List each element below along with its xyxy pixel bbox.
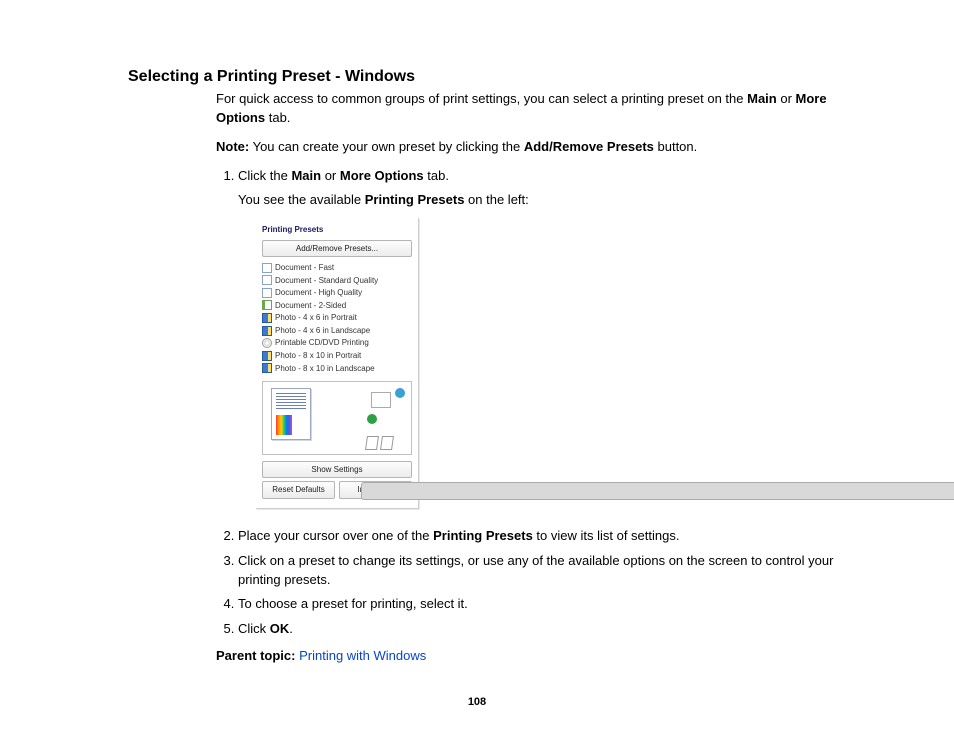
document-icon — [262, 275, 272, 285]
photo-icon — [262, 326, 272, 336]
preset-item[interactable]: Document - Standard Quality — [262, 274, 412, 287]
preset-label: Photo - 8 x 10 in Portrait — [275, 350, 361, 362]
document-icon — [262, 263, 272, 273]
step2-b: Printing Presets — [433, 528, 533, 543]
step1-sub-pre: You see the available — [238, 192, 365, 207]
preset-label: Photo - 8 x 10 in Landscape — [275, 363, 375, 375]
note-post: button. — [654, 139, 697, 154]
show-settings-button[interactable]: Show Settings — [262, 461, 412, 479]
preset-label: Photo - 4 x 6 in Portrait — [275, 312, 357, 324]
step-1: Click the Main or More Options tab. You … — [238, 167, 834, 509]
preset-item[interactable]: Photo - 4 x 6 in Landscape — [262, 324, 412, 337]
note-addremove: Add/Remove Presets — [524, 139, 654, 154]
preset-item[interactable]: Printable CD/DVD Printing — [262, 337, 412, 350]
paper-icons — [366, 436, 393, 450]
presets-panel: Printing Presets Add/Remove Presets... D… — [256, 218, 419, 509]
page-number: 108 — [0, 696, 954, 708]
photo-icon — [262, 363, 272, 373]
note-paragraph: Note: You can create your own preset by … — [216, 138, 834, 157]
step1-sub-b: Printing Presets — [365, 192, 465, 207]
intro-paragraph: For quick access to common groups of pri… — [216, 90, 834, 128]
step1-mid: or — [321, 168, 340, 183]
intro-text: For quick access to common groups of pri… — [216, 91, 747, 106]
step1-sub-post: on the left: — [464, 192, 528, 207]
preset-list: Document - Fast Document - Standard Qual… — [262, 261, 412, 374]
preset-item[interactable]: Photo - 8 x 10 in Portrait — [262, 350, 412, 363]
preset-item[interactable]: Photo - 4 x 6 in Portrait — [262, 312, 412, 325]
preset-label: Printable CD/DVD Printing — [275, 337, 369, 349]
step5-pre: Click — [238, 621, 270, 636]
preset-label: Document - Fast — [275, 262, 334, 274]
panel-title: Printing Presets — [262, 224, 414, 236]
step1-pre: Click the — [238, 168, 291, 183]
add-remove-presets-button[interactable]: Add/Remove Presets... — [262, 240, 412, 258]
step5-post: . — [289, 621, 293, 636]
step1-post: tab. — [424, 168, 449, 183]
photo-icon — [262, 313, 272, 323]
preset-item[interactable]: Document - Fast — [262, 261, 412, 274]
step1-moreoptions: More Options — [340, 168, 424, 183]
intro-post: tab. — [265, 110, 290, 125]
step-5: Click OK. — [238, 620, 834, 639]
preset-label: Photo - 4 x 6 in Landscape — [275, 325, 370, 337]
step-2: Place your cursor over one of the Printi… — [238, 527, 834, 546]
preset-label: Document - High Quality — [275, 287, 362, 299]
preset-preview — [262, 381, 412, 455]
reset-defaults-button[interactable]: Reset Defaults — [262, 481, 335, 499]
document-preview-icon — [271, 388, 311, 440]
step5-b: OK — [270, 621, 290, 636]
document-icon — [262, 288, 272, 298]
step-4: To choose a preset for printing, select … — [238, 595, 834, 614]
step2-pre: Place your cursor over one of the — [238, 528, 433, 543]
step2-post: to view its list of settings. — [533, 528, 680, 543]
intro-main: Main — [747, 91, 777, 106]
page-heading: Selecting a Printing Preset - Windows — [128, 68, 415, 86]
preset-item[interactable]: Document - 2-Sided — [262, 299, 412, 312]
note-label: Note: — [216, 139, 249, 154]
parent-topic-label: Parent topic: — [216, 648, 295, 663]
document-2sided-icon — [262, 300, 272, 310]
preset-label: Document - Standard Quality — [275, 275, 378, 287]
printer-preview-icon — [359, 392, 401, 424]
cd-icon — [262, 338, 272, 348]
photo-icon — [262, 351, 272, 361]
step1-main: Main — [291, 168, 321, 183]
preset-label: Document - 2-Sided — [275, 300, 346, 312]
preset-item[interactable]: Photo - 8 x 10 in Landscape — [262, 362, 412, 375]
preset-item[interactable]: Document - High Quality — [262, 287, 412, 300]
note-pre: You can create your own preset by clicki… — [249, 139, 524, 154]
parent-topic: Parent topic: Printing with Windows — [216, 647, 834, 666]
step-3: Click on a preset to change its settings… — [238, 552, 834, 590]
intro-mid: or — [777, 91, 796, 106]
steps-list: Click the Main or More Options tab. You … — [216, 167, 834, 640]
parent-topic-link[interactable]: Printing with Windows — [299, 648, 426, 663]
